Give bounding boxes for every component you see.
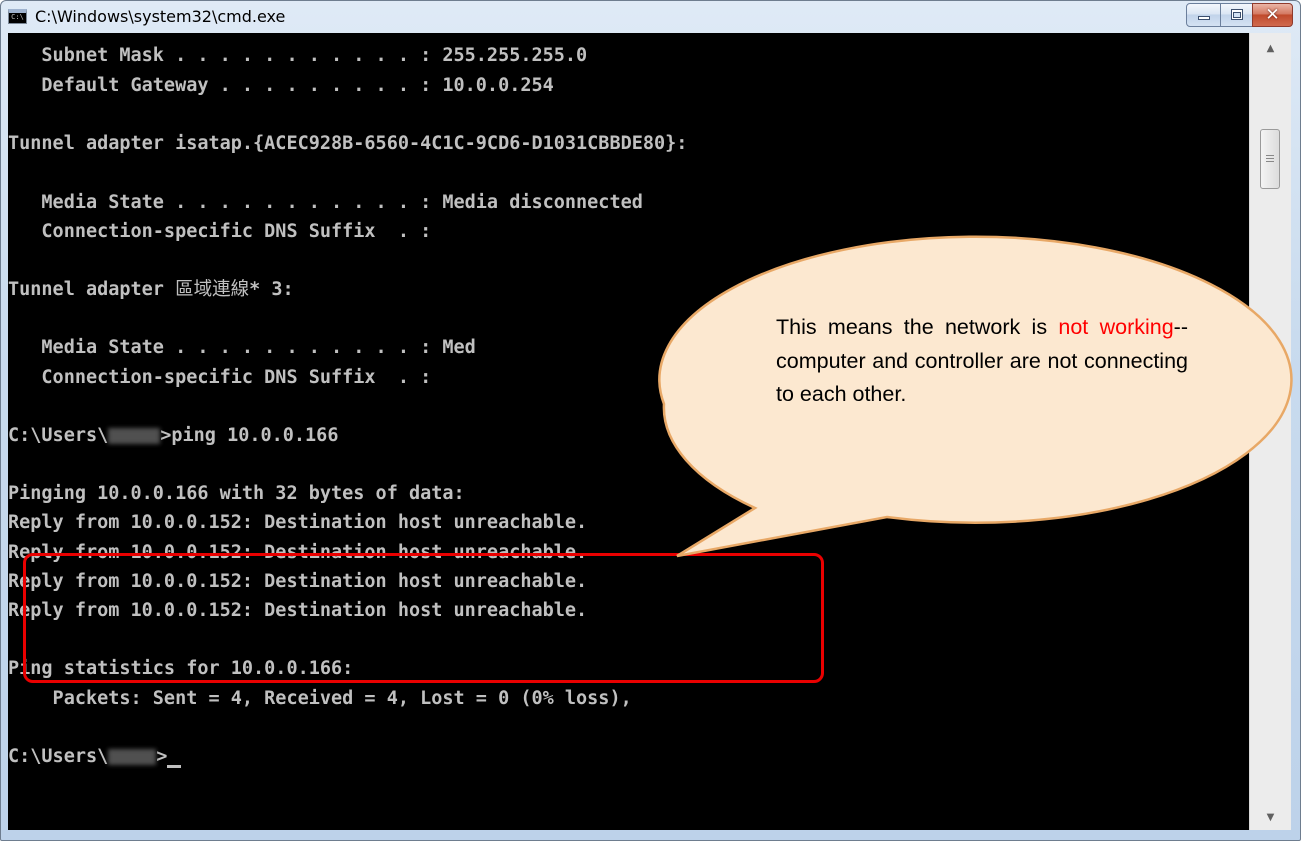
console-line: Packets: Sent = 4, Received = 4, Lost = … bbox=[8, 688, 632, 709]
unreachable-replies-highlight-box bbox=[23, 553, 824, 683]
window-title: C:\Windows\system32\cmd.exe bbox=[35, 7, 286, 26]
callout-text-start: This means the network is bbox=[776, 315, 1059, 339]
console-line: Media State . . . . . . . . . . . : Med bbox=[8, 337, 476, 358]
console-line: Default Gateway . . . . . . . . . : 10.0… bbox=[8, 75, 554, 96]
console-line: Subnet Mask . . . . . . . . . . . : 255.… bbox=[8, 45, 588, 66]
scrollbar-thumb[interactable] bbox=[1260, 129, 1280, 189]
close-icon: ✕ bbox=[1265, 5, 1280, 25]
console-text: Tunnel adapter bbox=[8, 279, 176, 300]
scroll-up-arrow-icon[interactable]: ▲ bbox=[1250, 39, 1291, 59]
minimize-button[interactable] bbox=[1186, 3, 1221, 27]
callout-highlight-text: not working bbox=[1058, 315, 1174, 339]
console-output[interactable]: Subnet Mask . . . . . . . . . . . : 255.… bbox=[8, 33, 1249, 830]
text-cursor bbox=[167, 765, 182, 768]
console-line: Media State . . . . . . . . . . . : Medi… bbox=[8, 192, 643, 213]
console-line-current-prompt[interactable]: C:\Users\ > bbox=[8, 742, 182, 772]
cmd-window-icon[interactable]: C:\ bbox=[8, 9, 27, 24]
adapter-suffix: * 3: bbox=[249, 279, 294, 300]
ping-command: >ping 10.0.0.166 bbox=[160, 425, 339, 446]
console-line: Pinging 10.0.0.166 with 32 bytes of data… bbox=[8, 483, 465, 504]
console-line: Connection-specific DNS Suffix . : bbox=[8, 221, 432, 242]
prompt-path: C:\Users\ bbox=[8, 746, 109, 767]
redacted-username bbox=[108, 749, 157, 765]
vertical-scrollbar[interactable]: ▲ ▼ bbox=[1249, 33, 1291, 830]
reply-line: Reply from 10.0.0.152: Destination host … bbox=[8, 512, 588, 533]
console-line: Connection-specific DNS Suffix . : bbox=[8, 367, 432, 388]
scroll-down-arrow-icon[interactable]: ▼ bbox=[1250, 808, 1291, 828]
close-button[interactable]: ✕ bbox=[1252, 3, 1293, 27]
maximize-button[interactable] bbox=[1220, 3, 1253, 27]
console-line-adapter: Tunnel adapter 區域連線* 3: bbox=[8, 275, 294, 305]
adapter-name-cjk: 區域連線 bbox=[175, 279, 250, 300]
console-line: Tunnel adapter isatap.{ACEC928B-6560-4C1… bbox=[8, 133, 688, 154]
prompt-end: > bbox=[156, 746, 168, 767]
redacted-username bbox=[108, 428, 161, 444]
prompt-path: C:\Users\ bbox=[8, 425, 109, 446]
grip-icon bbox=[1266, 155, 1274, 164]
title-bar[interactable]: C:\ C:\Windows\system32\cmd.exe ✕ bbox=[1, 1, 1300, 34]
maximize-icon bbox=[1231, 9, 1243, 20]
callout-message: This means the network is not working--c… bbox=[776, 311, 1188, 412]
minimize-icon bbox=[1198, 16, 1210, 20]
console-line-prompt: C:\Users\ >ping 10.0.0.166 bbox=[8, 421, 338, 451]
